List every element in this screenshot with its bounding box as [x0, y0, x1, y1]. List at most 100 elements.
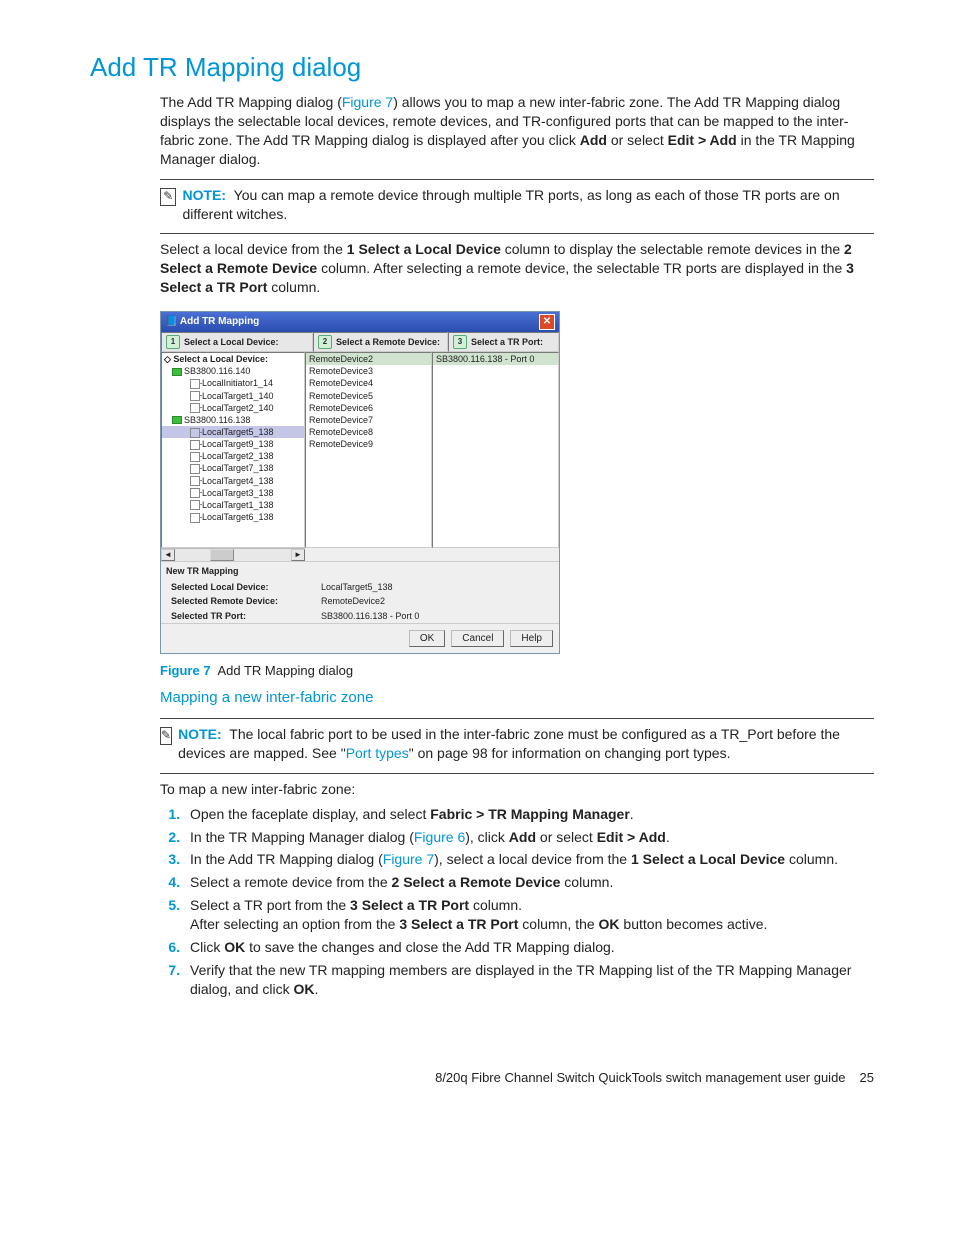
- tree-item[interactable]: LocalTarget1_138: [162, 499, 304, 511]
- text: column.: [267, 279, 320, 295]
- col1-label: 1 Select a Local Device: [347, 241, 501, 257]
- tree-item[interactable]: LocalTarget1_140: [162, 390, 304, 402]
- figure-caption: Figure 7 Add TR Mapping dialog: [160, 662, 874, 680]
- step-item: Verify that the new TR mapping members a…: [184, 961, 874, 999]
- figure-7-link[interactable]: Figure 7: [342, 94, 393, 110]
- tree-item[interactable]: LocalTarget5_138: [162, 426, 304, 438]
- add-label: Add: [580, 132, 607, 148]
- divider: [160, 773, 874, 774]
- cancel-button[interactable]: Cancel: [451, 630, 504, 648]
- port-icon: [190, 440, 200, 450]
- port-icon: [190, 500, 200, 510]
- tree-root[interactable]: ◇ Select a Local Device:: [162, 353, 304, 365]
- dialog-titlebar[interactable]: 📘 Add TR Mapping ✕: [161, 312, 559, 332]
- col-header-1: 1Select a Local Device:: [161, 332, 313, 352]
- port-icon: [190, 428, 200, 438]
- help-button[interactable]: Help: [510, 630, 553, 648]
- add-tr-mapping-dialog: 📘 Add TR Mapping ✕ 1Select a Local Devic…: [160, 311, 560, 654]
- tree-item-label: LocalTarget2_138: [202, 451, 274, 461]
- step-item: Select a TR port from the 3 Select a TR …: [184, 896, 874, 934]
- figure-number: Figure 7: [160, 663, 211, 678]
- scroll-thumb[interactable]: [210, 549, 234, 561]
- ok-button[interactable]: OK: [409, 630, 445, 648]
- remote-device-item[interactable]: RemoteDevice4: [306, 377, 431, 389]
- tr-port-item[interactable]: SB3800.116.138 - Port 0: [433, 353, 558, 365]
- local-device-tree[interactable]: ◇ Select a Local Device: SB3800.116.140L…: [161, 352, 305, 548]
- page-number: 25: [860, 1069, 874, 1087]
- port-types-link[interactable]: Port types: [346, 745, 409, 761]
- remote-device-item[interactable]: RemoteDevice6: [306, 402, 431, 414]
- remote-device-item[interactable]: RemoteDevice3: [306, 365, 431, 377]
- steps-list: Open the faceplate display, and select F…: [184, 805, 874, 999]
- scroll-right-icon[interactable]: ►: [291, 549, 305, 561]
- port-icon: [190, 452, 200, 462]
- step-item: In the Add TR Mapping dialog (Figure 7),…: [184, 850, 874, 869]
- tree-item-label: LocalTarget3_138: [202, 488, 274, 498]
- tree-item[interactable]: SB3800.116.140: [162, 365, 304, 377]
- scroll-left-icon[interactable]: ◄: [161, 549, 175, 561]
- text: Select a local device from the: [160, 241, 347, 257]
- figure-link[interactable]: Figure 6: [414, 829, 465, 845]
- close-icon[interactable]: ✕: [539, 314, 555, 330]
- remote-device-list[interactable]: RemoteDevice2RemoteDevice3RemoteDevice4R…: [305, 352, 432, 548]
- divider: [160, 233, 874, 234]
- remote-device-item[interactable]: RemoteDevice9: [306, 438, 431, 450]
- dialog-title: 📘 Add TR Mapping: [165, 315, 259, 329]
- col-header-3: 3Select a TR Port:: [448, 332, 559, 352]
- subheading: Mapping a new inter-fabric zone: [160, 688, 874, 708]
- divider: [160, 718, 874, 719]
- intro-paragraph: The Add TR Mapping dialog (Figure 7) all…: [160, 93, 874, 169]
- port-icon: [190, 513, 200, 523]
- tree-item-label: LocalTarget1_138: [202, 500, 274, 510]
- tree-item-label: LocalTarget6_138: [202, 512, 274, 522]
- divider: [160, 179, 874, 180]
- step-item: In the TR Mapping Manager dialog (Figure…: [184, 828, 874, 847]
- note-icon: [160, 188, 176, 206]
- horizontal-scrollbar[interactable]: ◄ ►: [161, 548, 305, 561]
- tree-item[interactable]: LocalInitiator1_14: [162, 377, 304, 389]
- tree-item[interactable]: LocalTarget4_138: [162, 475, 304, 487]
- page-footer: 8/20q Fibre Channel Switch QuickTools sw…: [90, 1069, 874, 1087]
- edit-add-label: Edit > Add: [668, 132, 737, 148]
- selection-key: Selected Local Device:: [171, 581, 321, 593]
- selection-row: Selected Local Device:LocalTarget5_138: [161, 580, 559, 594]
- tree-item[interactable]: LocalTarget2_138: [162, 450, 304, 462]
- figure-7: 📘 Add TR Mapping ✕ 1Select a Local Devic…: [160, 311, 874, 680]
- note-text: " on page 98 for information on changing…: [409, 745, 731, 761]
- tree-item-label: LocalTarget9_138: [202, 439, 274, 449]
- tree-item-label: LocalTarget1_140: [202, 391, 274, 401]
- selection-key: Selected Remote Device:: [171, 595, 321, 607]
- tree-item[interactable]: LocalTarget3_138: [162, 487, 304, 499]
- tr-port-list[interactable]: SB3800.116.138 - Port 0: [432, 352, 559, 548]
- remote-device-item[interactable]: RemoteDevice5: [306, 390, 431, 402]
- tree-item[interactable]: SB3800.116.138: [162, 414, 304, 426]
- note-label: NOTE:: [178, 726, 222, 742]
- remote-device-item[interactable]: RemoteDevice2: [306, 353, 431, 365]
- selection-value: RemoteDevice2: [321, 595, 385, 607]
- switch-icon: [172, 368, 182, 376]
- tree-item[interactable]: LocalTarget2_140: [162, 402, 304, 414]
- remote-device-item[interactable]: RemoteDevice8: [306, 426, 431, 438]
- text: column to display the selectable remote …: [501, 241, 844, 257]
- tree-item[interactable]: LocalTarget7_138: [162, 462, 304, 474]
- tree-item-label: LocalInitiator1_14: [202, 378, 273, 388]
- new-tr-mapping-title: New TR Mapping: [161, 561, 559, 580]
- remote-device-item[interactable]: RemoteDevice7: [306, 414, 431, 426]
- figure-link[interactable]: Figure 7: [383, 851, 434, 867]
- tree-item[interactable]: LocalTarget6_138: [162, 511, 304, 523]
- step-item: Open the faceplate display, and select F…: [184, 805, 874, 824]
- tree-item[interactable]: LocalTarget9_138: [162, 438, 304, 450]
- step-item: Click OK to save the changes and close t…: [184, 938, 874, 957]
- note-label: NOTE:: [182, 187, 226, 203]
- tree-item-label: LocalTarget7_138: [202, 463, 274, 473]
- port-icon: [190, 464, 200, 474]
- selection-value: SB3800.116.138 - Port 0: [321, 610, 419, 622]
- col-header-2: 2Select a Remote Device:: [313, 332, 448, 352]
- tree-item-label: LocalTarget5_138: [202, 427, 274, 437]
- selection-value: LocalTarget5_138: [321, 581, 393, 593]
- step-item: Select a remote device from the 2 Select…: [184, 873, 874, 892]
- column-desc-paragraph: Select a local device from the 1 Select …: [160, 240, 874, 297]
- dialog-button-row: OK Cancel Help: [161, 623, 559, 654]
- figure-title: Add TR Mapping dialog: [217, 663, 353, 678]
- note-icon: [160, 727, 172, 745]
